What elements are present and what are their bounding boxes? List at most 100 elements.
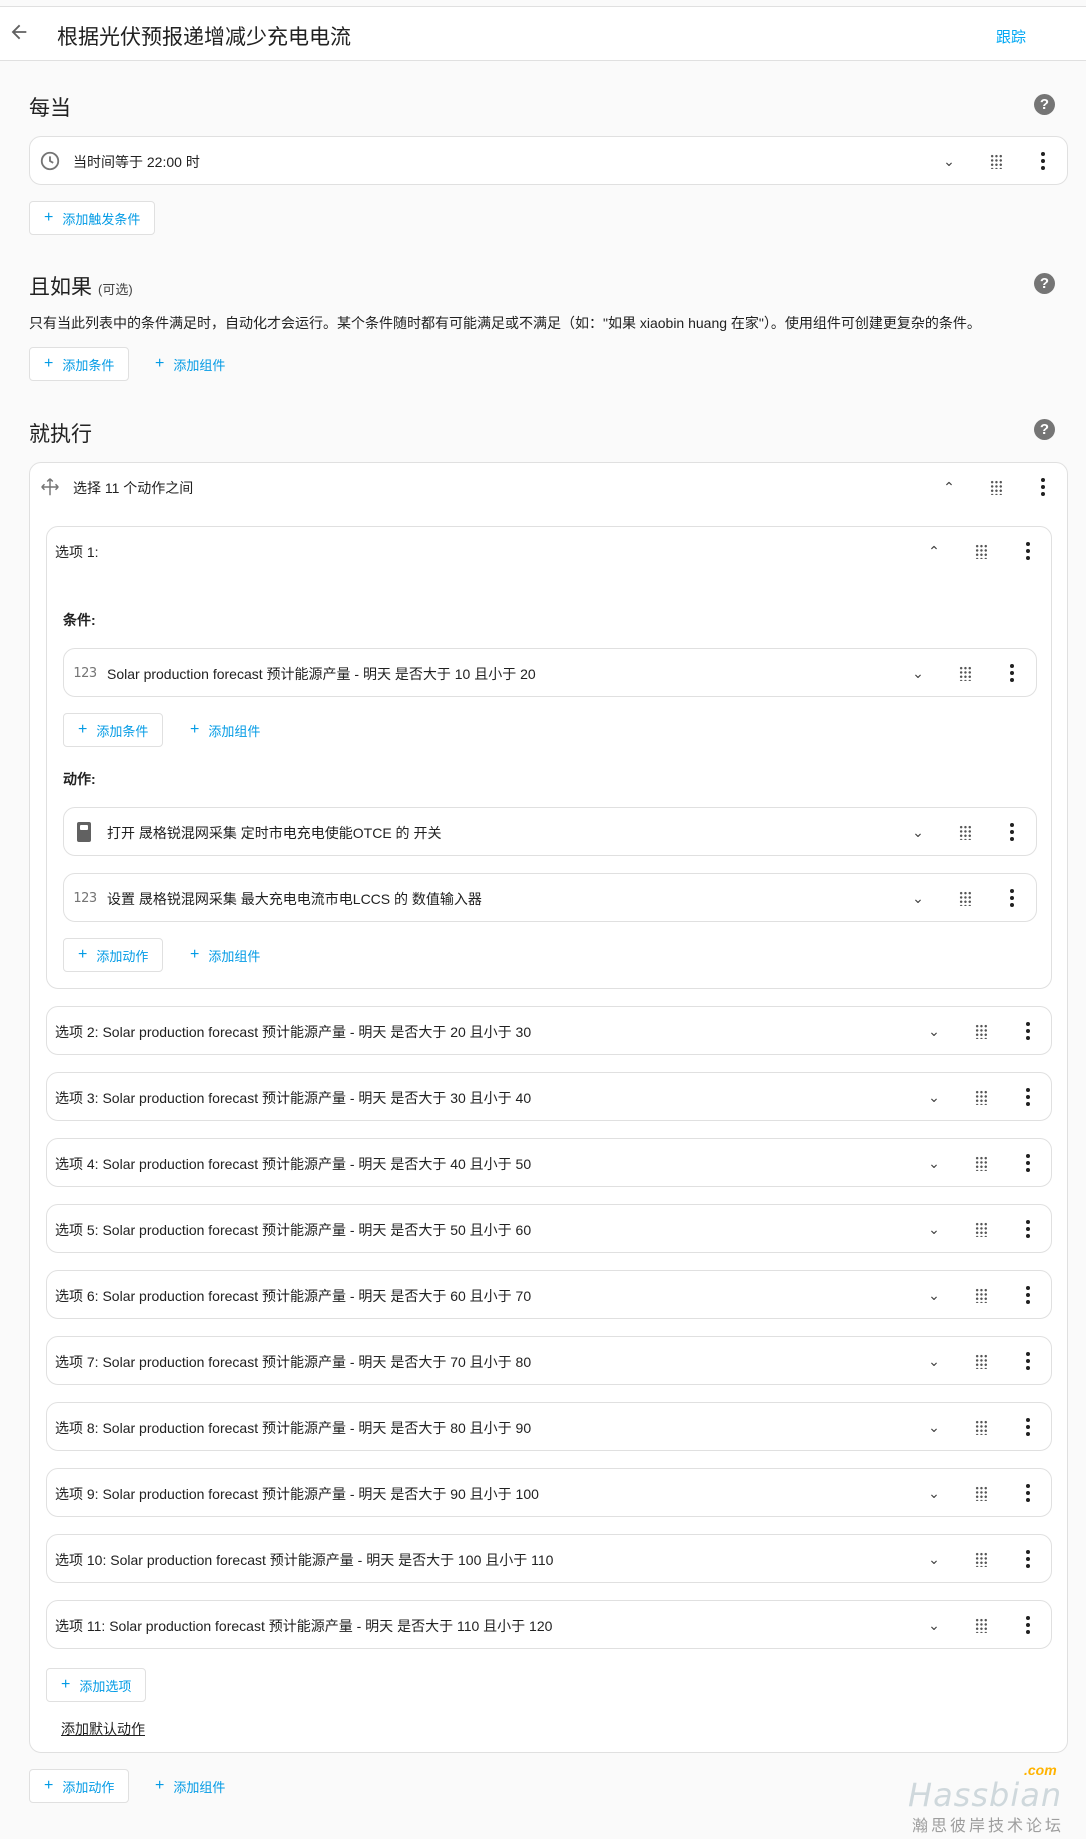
action-row[interactable]: 123 设置 晟格锐混网采集 最大充电电流市电LCCS 的 数值输入器 ⌄ (63, 873, 1037, 922)
plus-icon: + (61, 1676, 71, 1693)
drag-handle-icon[interactable] (971, 1483, 991, 1503)
drag-handle-icon[interactable] (971, 1351, 991, 1371)
more-menu-icon[interactable] (1018, 1417, 1038, 1437)
more-menu-icon[interactable] (1018, 1021, 1038, 1041)
option-row[interactable]: 选项 8: Solar production forecast 预计能源产量 -… (46, 1402, 1052, 1451)
chevron-down-icon[interactable]: ⌄ (908, 888, 928, 908)
more-menu-icon[interactable] (1002, 822, 1022, 842)
more-menu-icon[interactable] (1018, 1087, 1038, 1107)
more-menu-icon[interactable] (1033, 477, 1053, 497)
watermark-text: 瀚思彼岸技术论坛 (912, 1818, 1065, 1835)
option-row[interactable]: 选项 11: Solar production forecast 预计能源产量 … (46, 1600, 1052, 1649)
chevron-down-icon[interactable]: ⌄ (924, 1615, 944, 1635)
condition-label: Solar production forecast 预计能源产量 - 明天 是否… (107, 666, 536, 682)
chevron-down-icon[interactable]: ⌄ (908, 822, 928, 842)
option-row[interactable]: 选项 3: Solar production forecast 预计能源产量 -… (46, 1072, 1052, 1121)
chevron-down-icon[interactable]: ⌄ (924, 1021, 944, 1041)
action-row[interactable]: 打开 晟格锐混网采集 定时市电充电使能OTCE 的 开关 ⌄ (63, 807, 1037, 856)
more-menu-icon[interactable] (1018, 1483, 1038, 1503)
drag-handle-icon[interactable] (971, 541, 991, 561)
more-menu-icon[interactable] (1033, 151, 1053, 171)
more-menu-icon[interactable] (1002, 663, 1022, 683)
plus-icon: + (44, 1777, 54, 1794)
add-condition-button[interactable]: + 添加条件 (29, 347, 130, 381)
option-row[interactable]: 选项 6: Solar production forecast 预计能源产量 -… (46, 1270, 1052, 1319)
add-action-button[interactable]: + 添加动作 (29, 1769, 130, 1803)
option-row[interactable]: 选项 2: Solar production forecast 预计能源产量 -… (46, 1006, 1052, 1055)
help-icon[interactable]: ? (1034, 419, 1055, 440)
choose-label: 选择 11 个动作之间 (73, 480, 194, 496)
add-building-block-button[interactable]: + 添加组件 (155, 1769, 225, 1803)
help-icon[interactable]: ? (1034, 273, 1055, 294)
watermark-logo: Hassbian (908, 1776, 1063, 1814)
add-building-block-button[interactable]: + 添加组件 (190, 938, 260, 972)
add-action-button[interactable]: + 添加动作 (63, 938, 164, 972)
option-row[interactable]: 选项 10: Solar production forecast 预计能源产量 … (46, 1534, 1052, 1583)
page-title: 根据光伏预报递增减少充电电流 (57, 26, 351, 49)
option-row[interactable]: 选项 9: Solar production forecast 预计能源产量 -… (46, 1468, 1052, 1517)
drag-handle-icon[interactable] (971, 1615, 991, 1635)
drag-handle-icon[interactable] (971, 1153, 991, 1173)
drag-handle-icon[interactable] (971, 1285, 991, 1305)
drag-handle-icon[interactable] (971, 1549, 991, 1569)
back-arrow-icon[interactable] (8, 21, 30, 43)
more-menu-icon[interactable] (1018, 541, 1038, 561)
option-row[interactable]: 选项 4: Solar production forecast 预计能源产量 -… (46, 1138, 1052, 1187)
option-row[interactable]: 选项 7: Solar production forecast 预计能源产量 -… (46, 1336, 1052, 1385)
chevron-down-icon[interactable]: ⌄ (924, 1153, 944, 1173)
add-default-action-link[interactable]: 添加默认动作 (61, 1719, 145, 1739)
more-menu-icon[interactable] (1018, 1285, 1038, 1305)
drag-handle-icon[interactable] (971, 1087, 991, 1107)
add-building-block-label: 添加组件 (173, 1779, 226, 1795)
more-menu-icon[interactable] (1018, 1615, 1038, 1635)
add-trigger-button[interactable]: + 添加触发条件 (29, 201, 156, 235)
option-label: 选项 7: Solar production forecast 预计能源产量 -… (55, 1354, 532, 1370)
chevron-down-icon[interactable]: ⌄ (924, 1285, 944, 1305)
triggers-heading: 每当 (29, 97, 71, 120)
trigger-row[interactable]: 当时间等于 22:00 时 ⌄ (29, 136, 1068, 185)
chevron-up-icon[interactable]: ⌃ (939, 477, 959, 497)
add-condition-label: 添加条件 (96, 723, 149, 739)
chevron-up-icon[interactable]: ⌃ (924, 541, 944, 561)
drag-handle-icon[interactable] (955, 663, 975, 683)
add-trigger-label: 添加触发条件 (62, 211, 141, 227)
chevron-down-icon[interactable]: ⌄ (924, 1219, 944, 1239)
drag-handle-icon[interactable] (971, 1021, 991, 1041)
conditions-heading: 且如果 (可选) (29, 271, 133, 301)
option-row[interactable]: 选项 5: Solar production forecast 预计能源产量 -… (46, 1204, 1052, 1253)
chevron-down-icon[interactable]: ⌄ (924, 1417, 944, 1437)
add-option-button[interactable]: + 添加选项 (46, 1668, 147, 1702)
choose-action-card: 选择 11 个动作之间 ⌃ 选项 1: ⌃ 条件: 123 Solar prod… (29, 462, 1068, 1753)
more-menu-icon[interactable] (1018, 1351, 1038, 1371)
clock-icon (38, 149, 62, 173)
optional-tag: (可选) (98, 282, 133, 297)
chevron-down-icon[interactable]: ⌄ (924, 1087, 944, 1107)
condition-row[interactable]: 123 Solar production forecast 预计能源产量 - 明… (63, 648, 1037, 697)
more-menu-icon[interactable] (1002, 888, 1022, 908)
drag-handle-icon[interactable] (955, 888, 975, 908)
plus-icon: + (44, 209, 54, 226)
chevron-down-icon[interactable]: ⌄ (908, 663, 928, 683)
chevron-down-icon[interactable]: ⌄ (924, 1549, 944, 1569)
add-building-block-button[interactable]: + 添加组件 (190, 713, 260, 747)
plus-icon: + (78, 721, 88, 738)
more-menu-icon[interactable] (1018, 1153, 1038, 1173)
trace-button[interactable]: 跟踪 (996, 26, 1026, 47)
drag-handle-icon[interactable] (971, 1417, 991, 1437)
actions-sublabel: 动作: (63, 771, 96, 787)
add-building-block-button[interactable]: + 添加组件 (155, 347, 225, 381)
drag-handle-icon[interactable] (986, 477, 1006, 497)
option-label: 选项 2: Solar production forecast 预计能源产量 -… (55, 1024, 532, 1040)
more-menu-icon[interactable] (1018, 1219, 1038, 1239)
chevron-down-icon[interactable]: ⌄ (924, 1351, 944, 1371)
drag-handle-icon[interactable] (986, 151, 1006, 171)
drag-handle-icon[interactable] (955, 822, 975, 842)
option-label: 选项 5: Solar production forecast 预计能源产量 -… (55, 1222, 532, 1238)
drag-handle-icon[interactable] (971, 1219, 991, 1239)
add-condition-button[interactable]: + 添加条件 (63, 713, 164, 747)
chevron-down-icon[interactable]: ⌄ (924, 1483, 944, 1503)
add-option-label: 添加选项 (79, 1678, 132, 1694)
help-icon[interactable]: ? (1034, 94, 1055, 115)
chevron-down-icon[interactable]: ⌄ (939, 151, 959, 171)
more-menu-icon[interactable] (1018, 1549, 1038, 1569)
